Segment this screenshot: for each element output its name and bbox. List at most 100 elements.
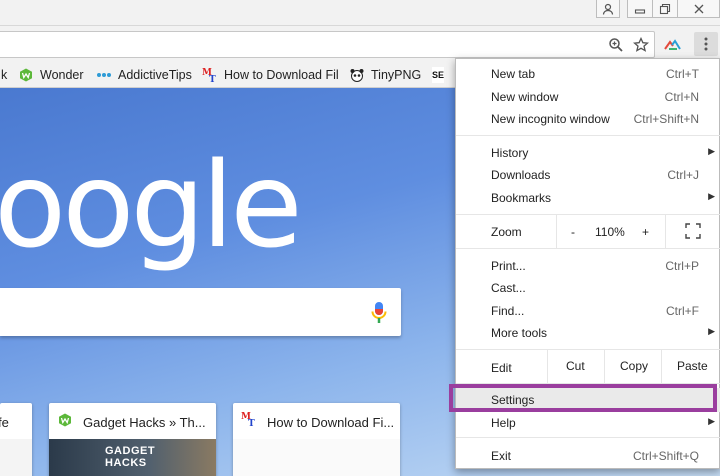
menu-item-downloads[interactable]: Downloads Ctrl+J — [456, 164, 720, 186]
menu-separator — [456, 248, 720, 249]
menu-item-label: Downloads — [491, 168, 551, 182]
bookmark-item[interactable]: AddictiveTips — [96, 66, 192, 84]
address-bar[interactable] — [0, 31, 655, 58]
menu-item-history[interactable]: History ▶ — [456, 142, 720, 164]
menu-item-label: Exit — [491, 449, 512, 463]
menu-item-label: More tools — [491, 326, 548, 340]
tile-title: How to Download Fi... — [267, 415, 395, 430]
svg-text:T: T — [209, 75, 216, 83]
menu-item-new-window[interactable]: New window Ctrl+N — [456, 86, 720, 108]
copy-button[interactable]: Copy — [620, 359, 648, 373]
tile-thumbnail — [233, 439, 400, 476]
panda-icon — [349, 67, 365, 83]
svg-text:T: T — [248, 419, 255, 427]
zoom-in-button[interactable]: + — [642, 225, 649, 239]
tile-title: fe — [0, 415, 9, 430]
zoom-divider — [665, 215, 666, 248]
menu-item-label: Find... — [491, 304, 525, 318]
edit-divider — [604, 350, 605, 383]
edit-divider — [661, 350, 662, 383]
menu-item-label: Print... — [491, 259, 526, 273]
bookmark-item[interactable]: MT How to Download Fil — [202, 66, 339, 84]
menu-item-shortcut: Ctrl+Shift+Q — [632, 449, 699, 463]
most-visited-tile[interactable]: MT How to Download Fi... — [233, 403, 400, 476]
bookmark-item[interactable]: Wonder — [18, 66, 84, 84]
mt-icon: MT — [241, 411, 257, 430]
edit-divider — [547, 350, 548, 383]
submenu-arrow-icon: ▶ — [708, 416, 715, 426]
menu-dots-icon[interactable] — [694, 32, 718, 56]
microphone-icon[interactable] — [370, 301, 388, 325]
cut-button[interactable]: Cut — [566, 359, 585, 373]
menu-item-help[interactable]: Help ▶ — [456, 412, 720, 434]
user-icon[interactable] — [596, 0, 620, 18]
bookmark-label: k — [1, 68, 8, 82]
menu-item-shortcut: Ctrl+N — [664, 90, 699, 104]
bookmark-item[interactable]: k — [1, 66, 7, 84]
menu-separator — [456, 214, 720, 215]
menu-item-more-tools[interactable]: More tools ▶ — [456, 322, 720, 344]
menu-item-label: New tab — [491, 67, 536, 81]
fullscreen-icon[interactable] — [685, 223, 701, 239]
bookmark-label: TinyPNG — [371, 68, 422, 82]
menu-item-label: Cast... — [491, 281, 526, 295]
search-box[interactable] — [0, 288, 401, 336]
menu-item-label: Help — [491, 416, 516, 430]
menu-item-bookmarks[interactable]: Bookmarks ▶ — [456, 187, 720, 209]
submenu-arrow-icon: ▶ — [708, 191, 715, 201]
menu-item-shortcut: Ctrl+P — [665, 259, 699, 273]
browser-toolbar — [0, 26, 720, 62]
bookmark-item[interactable]: TinyPNG — [349, 66, 421, 84]
zoom-level: 110% — [595, 225, 625, 239]
menu-item-label: Zoom — [491, 225, 522, 239]
bookmark-label: Wonder — [40, 68, 84, 82]
mt-icon: MT — [202, 67, 218, 83]
menu-item-label: New incognito window — [491, 112, 610, 126]
extension-icon[interactable] — [663, 36, 683, 54]
menu-item-shortcut: Ctrl+F — [666, 304, 699, 318]
minimize-icon[interactable] — [627, 0, 653, 18]
tile-thumbnail: GADGET HACKS — [49, 439, 216, 476]
tile-title: Gadget Hacks » Th... — [83, 415, 206, 430]
menu-item-label: Bookmarks — [491, 191, 552, 205]
restore-icon[interactable] — [652, 0, 678, 18]
menu-separator — [456, 135, 720, 136]
wonderhowto-icon — [18, 67, 34, 83]
menu-item-label: New window — [491, 90, 559, 104]
dots-icon — [96, 67, 112, 83]
wonderhowto-icon — [58, 413, 72, 430]
paste-button[interactable]: Paste — [677, 359, 708, 373]
title-bar — [0, 0, 720, 26]
star-icon[interactable] — [632, 36, 650, 54]
submenu-arrow-icon: ▶ — [708, 146, 715, 156]
se-icon: SE — [432, 67, 445, 83]
settings-highlight-box — [449, 384, 717, 412]
menu-item-find[interactable]: Find... Ctrl+F — [456, 300, 720, 322]
menu-item-exit[interactable]: Exit Ctrl+Shift+Q — [456, 445, 720, 467]
menu-item-shortcut: Ctrl+Shift+N — [633, 112, 699, 126]
zoom-icon[interactable] — [607, 36, 625, 54]
tile-thumbnail — [0, 439, 32, 476]
bookmark-label: AddictiveTips — [118, 68, 192, 82]
close-icon[interactable] — [677, 0, 720, 18]
google-logo: oogle — [0, 136, 303, 274]
most-visited-tile[interactable]: Gadget Hacks » Th... GADGET HACKS — [49, 403, 216, 476]
menu-item-zoom: Zoom — [456, 221, 720, 243]
zoom-out-button[interactable]: - — [571, 225, 575, 239]
menu-item-new-incognito-window[interactable]: New incognito window Ctrl+Shift+N — [456, 108, 720, 130]
menu-separator — [456, 437, 720, 438]
bookmark-label: How to Download Fil — [224, 68, 339, 82]
menu-item-shortcut: Ctrl+J — [667, 168, 699, 182]
most-visited-tile[interactable]: fe — [0, 403, 32, 476]
menu-item-new-tab[interactable]: New tab Ctrl+T — [456, 63, 720, 85]
menu-separator — [456, 349, 720, 350]
submenu-arrow-icon: ▶ — [708, 326, 715, 336]
thumbnail-text: GADGET HACKS — [105, 445, 156, 469]
menu-item-shortcut: Ctrl+T — [666, 67, 699, 81]
menu-item-cast[interactable]: Cast... — [456, 277, 720, 299]
bookmark-item[interactable]: SE — [432, 66, 445, 84]
zoom-divider — [556, 215, 557, 248]
menu-item-label: History — [491, 146, 529, 160]
menu-item-label: Edit — [491, 361, 512, 375]
menu-item-print[interactable]: Print... Ctrl+P — [456, 255, 720, 277]
